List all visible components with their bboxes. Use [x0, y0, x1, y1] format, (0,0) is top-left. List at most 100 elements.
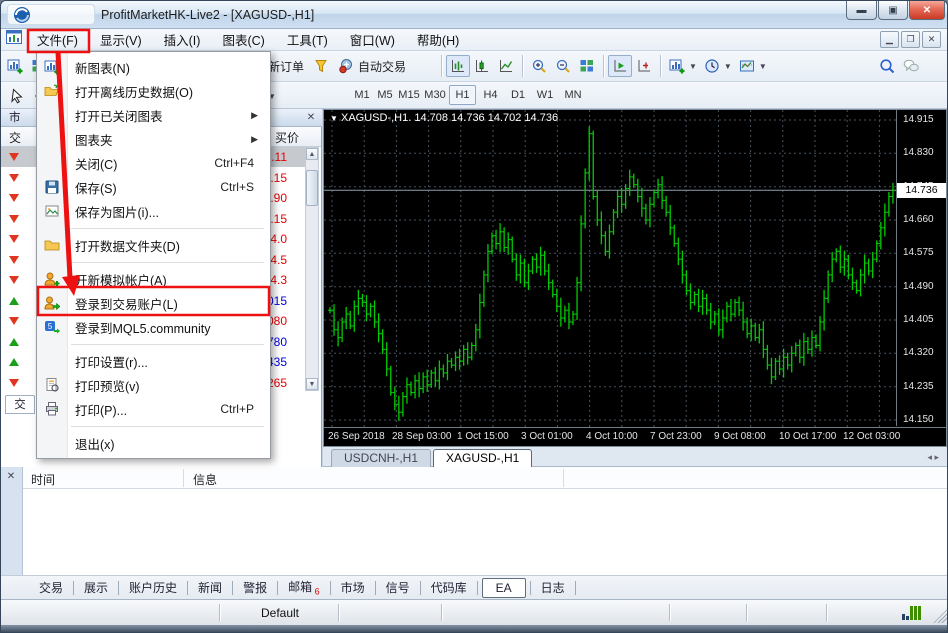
file-menu-item[interactable]: 打印设置(r)...: [37, 349, 270, 373]
file-menu-item[interactable]: 打印预览(v): [37, 373, 270, 397]
file-menu-item[interactable]: 打开数据文件夹(D): [37, 233, 270, 257]
minimize-button[interactable]: ▬: [846, 1, 877, 20]
clock-button[interactable]: [700, 55, 724, 77]
terminal-tab[interactable]: 信号: [376, 577, 420, 598]
market-watch-tab-symbols[interactable]: 交: [5, 395, 35, 414]
menu-file[interactable]: 文件(F): [26, 27, 89, 52]
resize-grip[interactable]: [933, 609, 947, 623]
chart-shift-button[interactable]: [632, 55, 656, 77]
timeframe-M5-button[interactable]: M5: [374, 85, 396, 105]
file-menu-item[interactable]: 关闭(C)Ctrl+F4: [37, 151, 270, 175]
price-axis-label: 14.660: [903, 214, 934, 225]
terminal-tab[interactable]: 代码库: [421, 577, 477, 598]
menu-item-5[interactable]: 窗口(W): [339, 27, 406, 52]
menu-item-3[interactable]: 图表(C): [211, 27, 275, 52]
tab-scroll-arrows-icon[interactable]: ◂ ▸: [927, 452, 939, 463]
timeframe-H4-button[interactable]: H4: [477, 85, 504, 105]
price-chart[interactable]: [324, 110, 896, 427]
chart-tab-XAGUSDH1[interactable]: XAGUSD-,H1: [433, 449, 532, 467]
chart-plus-button[interactable]: [665, 55, 689, 77]
time-axis[interactable]: 26 Sep 201828 Sep 03:001 Oct 15:003 Oct …: [324, 427, 946, 446]
file-menu-item[interactable]: 打开离线历史数据(O): [37, 79, 270, 103]
candles-button[interactable]: [470, 55, 494, 77]
timeframe-M1-button[interactable]: M1: [351, 85, 373, 105]
file-menu-item[interactable]: 保存(S)Ctrl+S: [37, 175, 270, 199]
price-up-arrow-icon: [9, 358, 19, 366]
zoom-in-button[interactable]: [527, 55, 551, 77]
file-menu-item[interactable]: 退出(x): [37, 431, 270, 455]
app-logo-icon: [12, 5, 32, 25]
terminal-tab[interactable]: 邮箱 6: [278, 576, 330, 598]
timeframe-M30-button[interactable]: M30: [422, 85, 448, 105]
file-menu-item[interactable]: 保存为图片(i)...: [37, 199, 270, 223]
app-logo-plate: [7, 4, 95, 25]
price-axis-label: 14.490: [903, 281, 934, 292]
symbol-column-header[interactable]: 交: [9, 129, 21, 146]
price-axis[interactable]: 14.91514.83014.74514.66014.57514.49014.4…: [896, 110, 946, 426]
terminal-tab[interactable]: 日志: [531, 577, 575, 598]
tile-windows-button[interactable]: [575, 55, 599, 77]
dropdown-arrow-icon[interactable]: ▼: [759, 62, 767, 71]
chat-button[interactable]: [899, 55, 923, 77]
menu-item-4[interactable]: 工具(T): [276, 27, 339, 52]
market-watch-scrollbar[interactable]: ▲ ▼: [305, 147, 319, 391]
terminal-tab[interactable]: 市场: [331, 577, 375, 598]
terminal-tab[interactable]: 交易: [29, 577, 73, 598]
bars-chart-button[interactable]: [446, 55, 470, 77]
price-axis-label: 14.915: [903, 114, 934, 125]
close-button[interactable]: ✕: [909, 1, 945, 20]
chart-plus-button[interactable]: [3, 55, 27, 77]
dropdown-arrow-icon[interactable]: ▼: [689, 62, 697, 71]
bid-column-header[interactable]: 买价: [275, 129, 299, 146]
market-watch-close-icon[interactable]: ✕: [304, 111, 318, 125]
message-column-header[interactable]: 信息: [193, 471, 217, 488]
file-menu-item[interactable]: 打印(P)...Ctrl+P: [37, 397, 270, 421]
file-menu-item[interactable]: 新图表(N): [37, 55, 270, 79]
file-menu-item[interactable]: 图表夹▶: [37, 127, 270, 151]
scroll-up-icon[interactable]: ▲: [306, 148, 318, 160]
dropdown-arrow-icon[interactable]: ▼: [724, 62, 732, 71]
magnifier-button[interactable]: [875, 55, 899, 77]
zoom-out-button[interactable]: [551, 55, 575, 77]
auto-trading-button[interactable]: 自动交易: [333, 56, 411, 77]
mdi-restore-button[interactable]: ❐: [901, 31, 920, 48]
terminal-tab[interactable]: 展示: [74, 577, 118, 598]
price-axis-label: 14.405: [903, 314, 934, 325]
terminal-tab[interactable]: 新闻: [188, 577, 232, 598]
price-axis-label: 14.320: [903, 347, 934, 358]
auto-scroll-button[interactable]: [608, 55, 632, 77]
menu-item-1[interactable]: 显示(V): [89, 27, 153, 52]
line-chart-button[interactable]: [494, 55, 518, 77]
timeframe-W1-button[interactable]: W1: [532, 85, 558, 105]
timeframe-MN-button[interactable]: MN: [559, 85, 587, 105]
menu-item-6[interactable]: 帮助(H): [406, 27, 470, 52]
terminal-tab[interactable]: 账户历史: [119, 577, 187, 598]
restore-button[interactable]: ▣: [878, 1, 908, 20]
file-menu-item[interactable]: 登录到交易账户(L): [37, 291, 270, 315]
chart-tab-USDCNHH1[interactable]: USDCNH-,H1: [331, 449, 431, 467]
price-down-arrow-icon: [9, 174, 19, 182]
file-menu-item[interactable]: 打开已关闭图表▶: [37, 103, 270, 127]
mdi-close-button[interactable]: ✕: [922, 31, 941, 48]
file-menu-item[interactable]: 5登录到MQL5.community: [37, 315, 270, 339]
timeframe-M15-button[interactable]: M15: [397, 85, 421, 105]
terminal-tab-bar: 交易展示账户历史新闻警报邮箱 6市场信号代码库EA日志: [1, 575, 948, 599]
pointer-button[interactable]: [5, 85, 29, 107]
time-axis-label: 7 Oct 23:00: [650, 431, 702, 442]
menu-separator: [37, 223, 270, 233]
timeframe-H1-button[interactable]: H1: [449, 85, 476, 105]
chart-window[interactable]: ▼ XAGUSD-,H1. 14.708 14.736 14.702 14.73…: [323, 109, 947, 447]
auto-trade-icon: [338, 58, 354, 74]
timeframe-D1-button[interactable]: D1: [505, 85, 531, 105]
file-menu-item[interactable]: 开新模拟帐户(A): [37, 267, 270, 291]
terminal-tab[interactable]: EA: [482, 578, 526, 598]
terminal-close-icon[interactable]: ✕: [4, 470, 18, 484]
template-button[interactable]: [735, 55, 759, 77]
scroll-thumb[interactable]: [306, 170, 318, 206]
scroll-down-icon[interactable]: ▼: [306, 378, 318, 390]
funnel-button[interactable]: [309, 55, 333, 77]
menu-item-2[interactable]: 插入(I): [153, 27, 212, 52]
terminal-tab[interactable]: 警报: [233, 577, 277, 598]
mdi-minimize-button[interactable]: ▁: [880, 31, 899, 48]
time-column-header[interactable]: 时间: [31, 471, 55, 488]
